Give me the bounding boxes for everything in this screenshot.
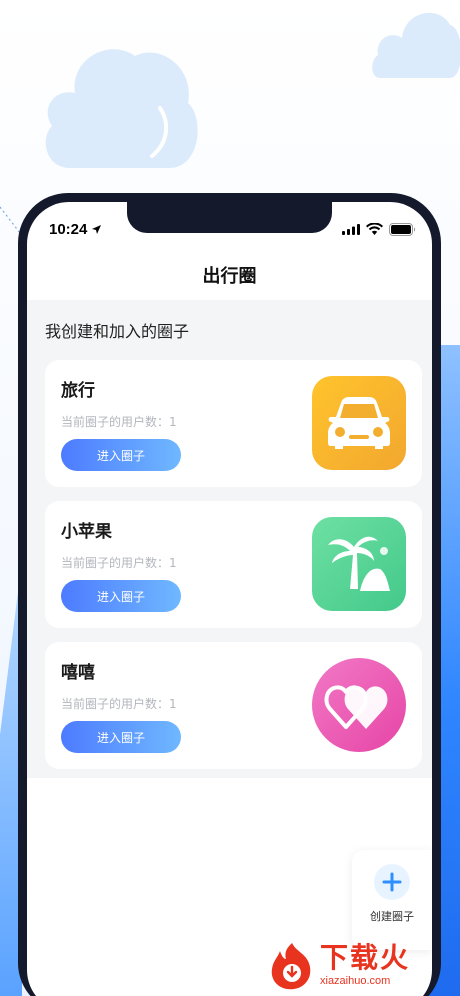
watermark-logo: 下载火 xiazaihuo.com (270, 935, 460, 996)
wifi-icon (366, 223, 383, 235)
watermark-url: xiazaihuo.com (320, 975, 391, 987)
create-circle-label: 创建圈子 (370, 910, 414, 923)
page-title: 出行圈 (202, 266, 257, 287)
palm-tree-icon (312, 517, 406, 611)
location-arrow-icon (92, 224, 102, 234)
enter-circle-button[interactable]: 进入圈子 (61, 721, 181, 753)
circle-card[interactable]: 嘻嘻 当前圈子的用户数：1 进入圈子 (45, 642, 422, 769)
enter-circle-button[interactable]: 进入圈子 (61, 439, 181, 471)
car-icon (312, 376, 406, 470)
flame-logo-icon (271, 942, 311, 989)
signal-icon (342, 223, 360, 235)
circles-list-area: 我创建和加入的圈子 旅行 当前圈子的用户数：1 进入圈子 小苹果 当前圈子的用户… (27, 300, 432, 778)
phone-notch (127, 202, 332, 233)
status-time-text: 10:24 (49, 220, 88, 238)
section-title: 我创建和加入的圈子 (45, 322, 190, 341)
enter-circle-button[interactable]: 进入圈子 (61, 580, 181, 612)
phone-screen: 10:24 出行圈 我创建和加入的圈子 旅行 当前圈子的用户数：1 进入圈子 小… (27, 202, 432, 996)
status-time: 10:24 (49, 221, 102, 238)
plus-icon (374, 864, 410, 900)
battery-icon (389, 222, 416, 236)
double-heart-icon (312, 658, 406, 752)
cloud-decoration (45, 49, 198, 168)
cloud-decoration (372, 12, 460, 78)
phone-frame: 10:24 出行圈 我创建和加入的圈子 旅行 当前圈子的用户数：1 进入圈子 小… (18, 193, 441, 996)
watermark-title: 下载火 (320, 941, 411, 974)
circle-card[interactable]: 旅行 当前圈子的用户数：1 进入圈子 (45, 360, 422, 487)
circle-card[interactable]: 小苹果 当前圈子的用户数：1 进入圈子 (45, 501, 422, 628)
